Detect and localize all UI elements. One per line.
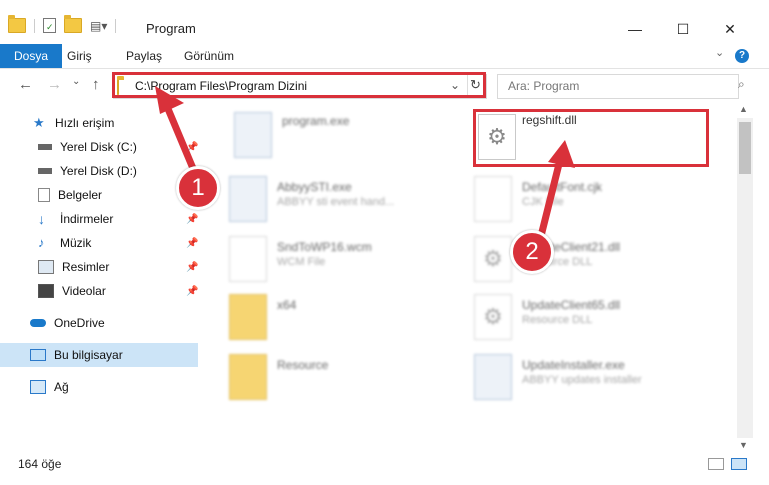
step-badge-2: 2 [510,230,554,274]
scroll-up-icon[interactable]: ▲ [739,104,748,114]
item-count: 164 öğe [18,457,62,471]
arrow-2-head [548,140,575,168]
scroll-down-icon[interactable]: ▼ [739,440,748,450]
arrow-2-line [536,159,564,241]
step-badge-1: 1 [176,166,220,210]
scrollbar-thumb[interactable] [739,122,751,174]
annotation-arrows [155,86,575,241]
details-view-icon[interactable] [708,458,724,470]
large-icons-view-icon[interactable] [731,458,747,470]
